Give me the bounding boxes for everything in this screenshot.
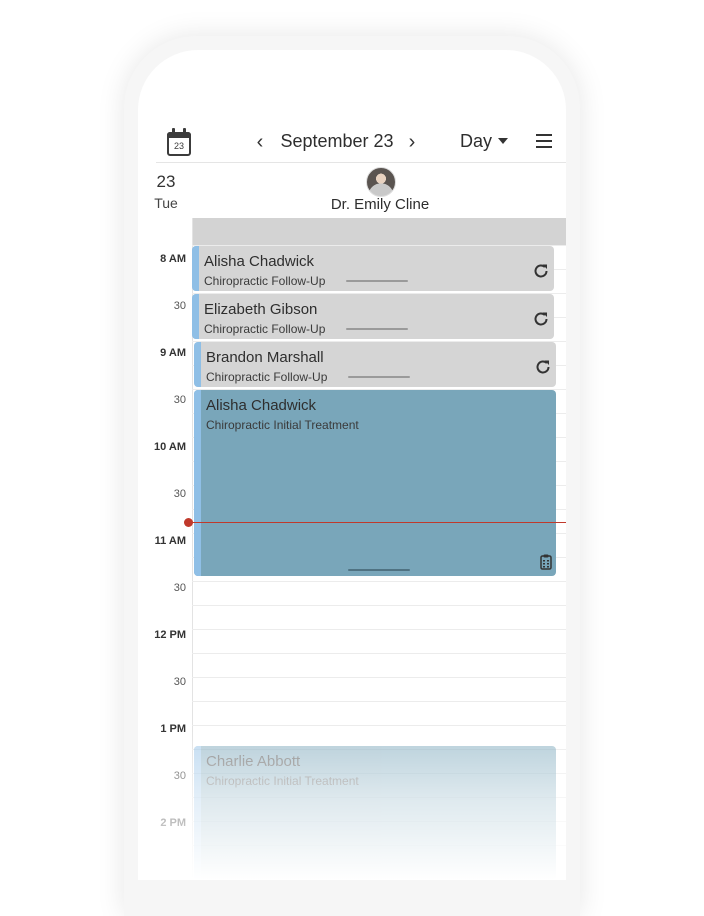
grid-line	[192, 605, 566, 606]
chevron-left-icon[interactable]: ‹	[252, 132, 268, 152]
calendar-screen: 23 ‹ September 23 › Day 23 Tue Dr. Emily…	[138, 50, 566, 880]
time-label: 30	[173, 394, 186, 406]
time-label: 11 AM	[154, 535, 186, 547]
appointment-card[interactable]: Brandon Marshall Chiropractic Follow-Up	[194, 342, 556, 387]
appointment-card[interactable]: Elizabeth Gibson Chiropractic Follow-Up	[192, 294, 554, 339]
refresh-icon	[534, 312, 548, 326]
calendar-icon-ring	[172, 128, 175, 135]
appointment-card[interactable]: Alisha Chadwick Chiropractic Follow-Up	[192, 246, 554, 291]
appointment-card[interactable]: Alisha Chadwick Chiropractic Initial Tre…	[194, 390, 556, 576]
appointment-type: Chiropractic Initial Treatment	[206, 774, 359, 788]
appointment-type: Chiropractic Follow-Up	[204, 322, 326, 336]
calendar-icon-ring	[183, 128, 186, 135]
current-time-dot	[184, 518, 193, 527]
grid-line	[192, 653, 566, 654]
date-label[interactable]: September 23	[276, 131, 398, 152]
time-label: 9 AM	[160, 347, 186, 359]
unavailable-block	[192, 218, 566, 245]
appointment-type: Chiropractic Follow-Up	[206, 370, 328, 384]
caret-down-icon[interactable]	[498, 138, 508, 144]
appointment-patient: Brandon Marshall	[206, 349, 324, 366]
appointment-card[interactable]: Charlie Abbott Chiropractic Initial Trea…	[194, 746, 556, 880]
refresh-icon	[534, 264, 548, 278]
grid-line	[192, 581, 566, 582]
appointment-type: Chiropractic Follow-Up	[204, 274, 326, 288]
time-label: 12 PM	[154, 629, 186, 641]
appointment-patient: Charlie Abbott	[206, 753, 301, 770]
time-label: 30	[173, 770, 186, 782]
appointment-stripe	[192, 246, 199, 291]
resize-handle[interactable]	[346, 328, 408, 330]
resize-handle[interactable]	[348, 376, 410, 378]
appointment-stripe	[194, 746, 201, 880]
clipboard-icon[interactable]	[540, 554, 552, 570]
resize-handle[interactable]	[348, 569, 410, 571]
hamburger-menu-icon[interactable]	[536, 134, 552, 148]
day-schedule-grid: 8 AM 30 9 AM 30 10 AM 30 11 AM 30 12 PM …	[138, 218, 566, 880]
grid-line	[192, 677, 566, 678]
time-label: 30	[173, 300, 186, 312]
grid-line	[192, 629, 566, 630]
grid-line	[192, 725, 566, 726]
appointment-stripe	[194, 342, 201, 387]
resize-handle[interactable]	[346, 280, 408, 282]
time-label: 30	[173, 488, 186, 500]
current-time-line	[188, 522, 566, 523]
time-label: 8 AM	[160, 253, 186, 265]
time-label: 30	[173, 676, 186, 688]
provider-name[interactable]: Dr. Emily Cline	[298, 196, 462, 213]
day-weekday: Tue	[154, 195, 178, 211]
provider-avatar[interactable]	[366, 167, 396, 197]
appointment-type: Chiropractic Initial Treatment	[206, 418, 359, 432]
appointment-stripe	[192, 294, 199, 339]
day-number: 23	[156, 172, 176, 191]
refresh-icon	[536, 360, 550, 374]
chevron-right-icon[interactable]: ›	[404, 132, 420, 152]
appointment-patient: Alisha Chadwick	[204, 253, 315, 270]
appointment-stripe	[194, 390, 201, 576]
grid-line	[192, 701, 566, 702]
time-label: 2 PM	[160, 817, 186, 829]
view-selector[interactable]: Day	[460, 131, 492, 152]
calendar-icon-day: 23	[173, 141, 184, 151]
header-divider	[156, 162, 566, 163]
appointment-patient: Elizabeth Gibson	[204, 301, 318, 318]
time-label: 30	[173, 582, 186, 594]
calendar-header: 23 ‹ September 23 › Day	[138, 50, 566, 163]
calendar-icon[interactable]: 23	[167, 128, 191, 156]
appointment-patient: Alisha Chadwick	[206, 397, 317, 414]
time-label: 10 AM	[154, 441, 186, 453]
calendar-icon-bar	[167, 132, 191, 138]
time-label: 1 PM	[160, 723, 186, 735]
